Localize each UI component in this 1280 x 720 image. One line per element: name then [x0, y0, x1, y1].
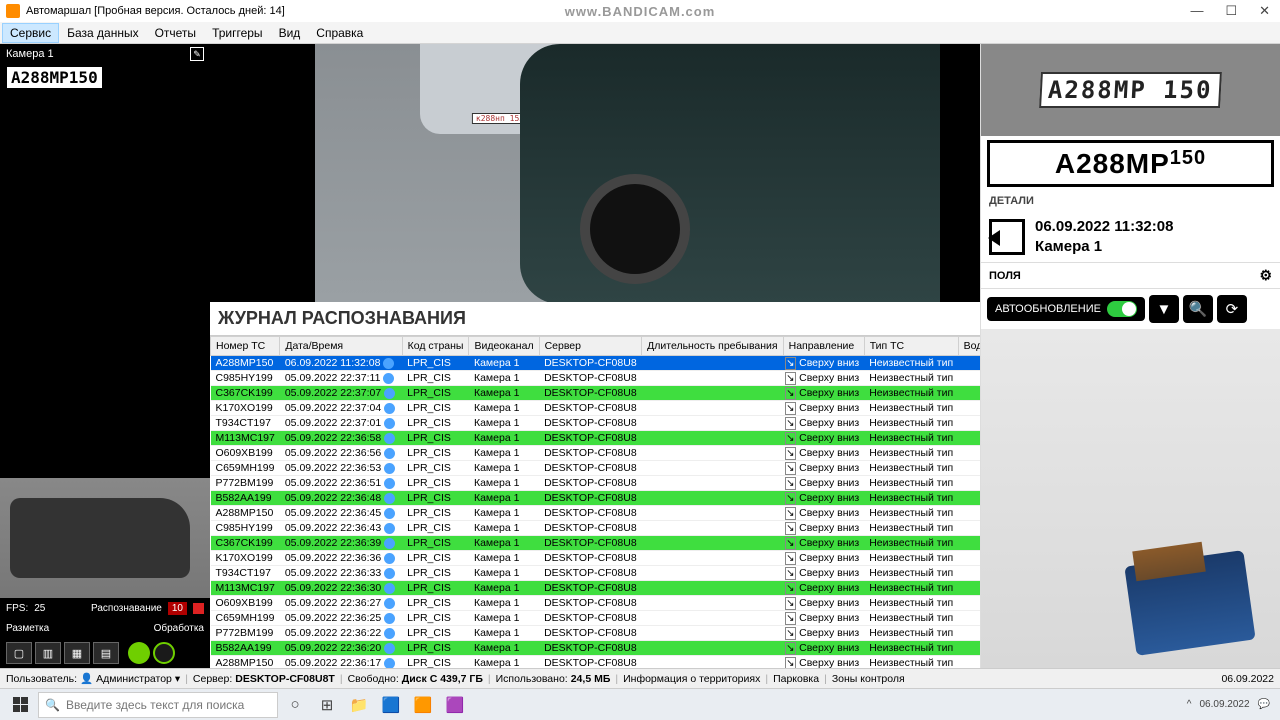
record-indicator-icon — [193, 603, 204, 614]
record-button[interactable] — [153, 642, 175, 664]
details-panel: A288MP 150 A288MP150 ДЕТАЛИ 06.09.2022 1… — [980, 44, 1280, 668]
table-row[interactable]: O609XB19905.09.2022 22:36:56 LPR_CISКаме… — [211, 446, 981, 461]
notifications-icon[interactable]: 💬 — [1258, 699, 1270, 710]
taskbar-search[interactable]: 🔍 Введите здесь текст для поиска — [38, 692, 278, 718]
refresh-button[interactable]: ⟳ — [1217, 295, 1247, 323]
video-feed: к288нп 153 — [210, 44, 980, 302]
table-row[interactable]: K170XO19905.09.2022 22:36:36 LPR_CISКаме… — [211, 551, 981, 566]
plate-display: A288MP150 — [987, 140, 1274, 187]
camera-sidebar: Камера 1 ✎ A288MP150 FPS: 25 Распознаван… — [0, 44, 210, 668]
taskview-icon[interactable]: ⊞ — [312, 691, 342, 719]
column-header[interactable]: Сервер — [539, 337, 642, 356]
menu-сервис[interactable]: Сервис — [2, 23, 59, 43]
journal-title: ЖУРНАЛ РАСПОЗНАВАНИЯ — [218, 308, 466, 329]
search-button[interactable]: 🔍 — [1183, 295, 1213, 323]
play-button[interactable] — [128, 642, 150, 664]
table-row[interactable]: T934CT19705.09.2022 22:37:01 LPR_CISКаме… — [211, 416, 981, 431]
layout-2-icon[interactable]: ▥ — [35, 642, 61, 664]
table-row[interactable]: B582AA19905.09.2022 22:36:20 LPR_CISКаме… — [211, 641, 981, 656]
column-header[interactable]: Код страны — [402, 337, 469, 356]
auto-refresh-toggle[interactable]: АВТООБНОВЛЕНИЕ — [987, 297, 1145, 321]
recognition-label: Распознавание — [91, 603, 162, 614]
edit-camera-icon[interactable]: ✎ — [190, 47, 204, 61]
camera-name: Камера 1 — [6, 48, 54, 60]
table-row[interactable]: O609XB19905.09.2022 22:36:27 LPR_CISКаме… — [211, 596, 981, 611]
cortana-icon[interactable]: ○ — [280, 691, 310, 719]
table-row[interactable]: C659MH19905.09.2022 22:36:25 LPR_CISКаме… — [211, 611, 981, 626]
settings-icon[interactable]: ⚙ — [1259, 267, 1272, 284]
camera-thumbnail — [0, 478, 210, 598]
tray-expand-icon[interactable]: ^ — [1187, 699, 1192, 710]
start-button[interactable] — [4, 691, 36, 719]
column-header[interactable]: Водитель — [958, 337, 980, 356]
watermark: www.BANDICAM.com — [565, 4, 716, 19]
fps-value: 25 — [34, 603, 45, 614]
close-button[interactable]: ✕ — [1255, 3, 1274, 19]
app-3-icon[interactable]: 🟪 — [440, 691, 470, 719]
recognition-count: 10 — [168, 602, 187, 615]
app-2-icon[interactable]: 🟧 — [408, 691, 438, 719]
table-row[interactable]: C985HY19905.09.2022 22:37:11 LPR_CISКаме… — [211, 371, 981, 386]
table-row[interactable]: P772BM19905.09.2022 22:36:51 LPR_CISКаме… — [211, 476, 981, 491]
menu-справка[interactable]: Справка — [308, 23, 371, 43]
table-row[interactable]: M113MC19705.09.2022 22:36:58 LPR_CISКаме… — [211, 431, 981, 446]
column-header[interactable]: Видеоканал — [469, 337, 539, 356]
table-row[interactable]: A288MP15005.09.2022 22:36:17 LPR_CISКаме… — [211, 656, 981, 669]
menu-триггеры[interactable]: Триггеры — [204, 23, 271, 43]
plate-capture-image: A288MP 150 — [981, 44, 1280, 136]
maximize-button[interactable]: ☐ — [1221, 3, 1241, 19]
column-header[interactable]: Дата/Время — [280, 337, 402, 356]
menubar: СервисБаза данныхОтчетыТриггерыВидСправк… — [0, 22, 1280, 44]
territories-link[interactable]: Информация о территориях — [623, 673, 760, 685]
processing-label: Обработка — [105, 623, 204, 634]
table-row[interactable]: A288MP15006.09.2022 11:32:08 LPR_CISКаме… — [211, 356, 981, 371]
layout-3-icon[interactable]: ▦ — [64, 642, 90, 664]
parking-link[interactable]: Парковка — [773, 673, 819, 685]
column-header[interactable]: Номер ТС — [211, 337, 280, 356]
app-1-icon[interactable]: 🟦 — [376, 691, 406, 719]
table-row[interactable]: T934CT19705.09.2022 22:36:33 LPR_CISКаме… — [211, 566, 981, 581]
table-row[interactable]: C367CK19905.09.2022 22:36:39 LPR_CISКаме… — [211, 536, 981, 551]
fields-heading: ПОЛЯ — [989, 270, 1021, 282]
filter-button[interactable]: ▼ — [1149, 295, 1179, 323]
journal-table[interactable]: Номер ТСДата/ВремяКод страныВидеоканалСе… — [210, 335, 980, 668]
layout-1-icon[interactable]: ▢ — [6, 642, 32, 664]
window-title: Автомаршал [Пробная версия. Осталось дне… — [26, 5, 285, 17]
menu-база данных[interactable]: База данных — [59, 23, 146, 43]
direction-icon — [989, 219, 1025, 255]
app-logo-icon — [6, 4, 20, 18]
titlebar: Автомаршал [Пробная версия. Осталось дне… — [0, 0, 1280, 22]
layout-4-icon[interactable]: ▤ — [93, 642, 119, 664]
table-row[interactable]: C985HY19905.09.2022 22:36:43 LPR_CISКаме… — [211, 521, 981, 536]
detail-camera: Камера 1 — [1035, 237, 1173, 257]
detected-plate: A288MP150 — [6, 66, 103, 89]
column-header[interactable]: Направление — [783, 337, 864, 356]
device-preview — [981, 329, 1280, 668]
table-row[interactable]: B582AA19905.09.2022 22:36:48 LPR_CISКаме… — [211, 491, 981, 506]
markup-label: Разметка — [6, 623, 105, 634]
table-row[interactable]: K170XO19905.09.2022 22:37:04 LPR_CISКаме… — [211, 401, 981, 416]
column-header[interactable]: Тип ТС — [864, 337, 958, 356]
column-header[interactable]: Длительность пребывания — [642, 337, 783, 356]
table-row[interactable]: C659MH19905.09.2022 22:36:53 LPR_CISКаме… — [211, 461, 981, 476]
fps-label: FPS: — [6, 603, 28, 614]
detail-datetime: 06.09.2022 11:32:08 — [1035, 217, 1173, 237]
minimize-button[interactable]: — — [1186, 3, 1207, 19]
menu-отчеты[interactable]: Отчеты — [147, 23, 204, 43]
menu-вид[interactable]: Вид — [271, 23, 309, 43]
table-row[interactable]: A288MP15005.09.2022 22:36:45 LPR_CISКаме… — [211, 506, 981, 521]
table-row[interactable]: M113MC19705.09.2022 22:36:30 LPR_CISКаме… — [211, 581, 981, 596]
table-row[interactable]: P772BM19905.09.2022 22:36:22 LPR_CISКаме… — [211, 626, 981, 641]
taskbar: 🔍 Введите здесь текст для поиска ○ ⊞ 📁 🟦… — [0, 688, 1280, 720]
tray-date: 06.09.2022 — [1199, 699, 1249, 710]
explorer-icon[interactable]: 📁 — [344, 691, 374, 719]
table-row[interactable]: C367CK19905.09.2022 22:37:07 LPR_CISКаме… — [211, 386, 981, 401]
details-heading: ДЕТАЛИ — [981, 191, 1280, 211]
statusbar: Пользователь: 👤 Администратор ▾ | Сервер… — [0, 668, 1280, 688]
zones-link[interactable]: Зоны контроля — [832, 673, 905, 685]
